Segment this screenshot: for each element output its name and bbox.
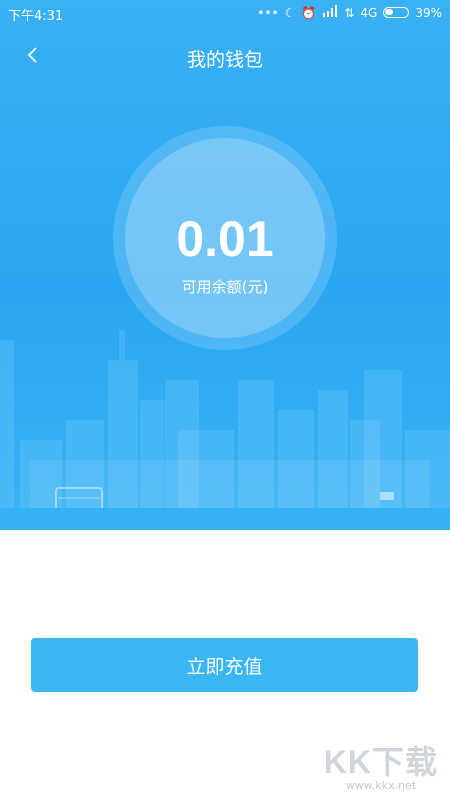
balance-ring: 0.01 可用余额(元) [113, 126, 337, 350]
more-dots-icon: ••• [257, 5, 279, 20]
wallet-header-background: 下午4:31 ••• ☾ ⏰ ⇅ 4G 39% 我的钱包 0.01 可用余额(元… [0, 0, 450, 530]
battery-percent: 39% [415, 5, 442, 20]
status-time: 下午4:31 [8, 9, 64, 24]
watermark-logo: KK下载 www.kkx.net [324, 737, 438, 792]
status-bar: 下午4:31 ••• ☾ ⏰ ⇅ 4G 39% [0, 0, 450, 26]
moon-icon: ☾ [284, 5, 296, 20]
battery-icon [383, 7, 410, 18]
data-arrows-icon: ⇅ [344, 5, 355, 20]
balance-label: 可用余额(元) [181, 278, 269, 296]
city-skyline-illustration [0, 330, 450, 519]
alarm-icon: ⏰ [301, 5, 317, 20]
status-icons: ••• ☾ ⏰ ⇅ 4G 39% [257, 5, 442, 20]
ground-strip [0, 508, 450, 530]
network-type: 4G [360, 5, 378, 20]
recharge-button[interactable]: 立即充值 [31, 638, 418, 692]
title-bar: 我的钱包 [0, 36, 450, 80]
balance-circle: 0.01 可用余额(元) [125, 138, 325, 338]
signal-hd-icon [322, 5, 338, 20]
page-title: 我的钱包 [186, 49, 263, 71]
battery-fill [385, 9, 394, 15]
balance-amount: 0.01 [176, 211, 274, 267]
watermark-logo-text: KK下载 [323, 744, 438, 780]
